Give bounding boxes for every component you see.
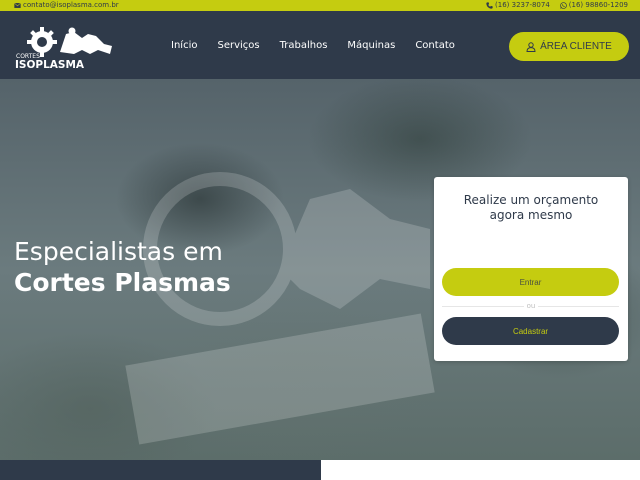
hero-title-line2: Cortes Plasmas	[14, 268, 231, 297]
hero-banner: Especialistas em Cortes Plasmas Realize …	[0, 79, 640, 460]
nav-contato[interactable]: Contato	[415, 40, 455, 51]
bottom-section-left	[0, 460, 321, 480]
area-cliente-button[interactable]: ÁREA CLIENTE	[509, 32, 629, 61]
envelope-icon	[14, 2, 21, 8]
topbar-email[interactable]: contato@isoplasma.com.br	[14, 1, 119, 9]
or-label-wrap: ou	[434, 302, 628, 310]
topbar-whatsapp-text[interactable]: (16) 98860-1209	[569, 1, 628, 9]
topbar-phone[interactable]: (16) 3237-8074	[486, 1, 550, 9]
nav-servicos[interactable]: Serviços	[217, 40, 259, 51]
logo-watermark	[125, 172, 435, 445]
register-button[interactable]: Cadastrar	[442, 317, 619, 345]
top-contact-bar: contato@isoplasma.com.br (16) 3237-8074 …	[0, 0, 640, 11]
nav-trabalhos[interactable]: Trabalhos	[280, 40, 328, 51]
nav-maquinas[interactable]: Máquinas	[347, 40, 395, 51]
topbar-email-text[interactable]: contato@isoplasma.com.br	[23, 1, 119, 9]
main-nav: Início Serviços Trabalhos Máquinas Conta…	[171, 40, 455, 51]
isoplasma-logo[interactable]: CORTES ISOPLASMA	[12, 24, 116, 71]
hero-title: Especialistas em Cortes Plasmas	[14, 236, 231, 298]
bottom-section-right	[321, 460, 640, 480]
phone-icon	[486, 1, 493, 9]
quote-title-line1: Realize um orçamento	[463, 193, 599, 207]
topbar-whatsapp[interactable]: (16) 98860-1209	[560, 1, 628, 9]
quote-card-title: Realize um orçamento agora mesmo	[434, 193, 628, 223]
logo-brand-text: ISOPLASMA	[15, 59, 85, 70]
quote-title-line2: agora mesmo	[489, 208, 573, 222]
hero-title-line1: Especialistas em	[14, 237, 223, 266]
whatsapp-icon	[560, 1, 567, 9]
quote-card: Realize um orçamento agora mesmo Entrar …	[434, 177, 628, 361]
enter-button[interactable]: Entrar	[442, 268, 619, 296]
or-label: ou	[523, 302, 539, 310]
area-cliente-label[interactable]: ÁREA CLIENTE	[540, 41, 612, 52]
main-header: CORTES ISOPLASMA Início Serviços Trabalh…	[0, 11, 640, 79]
nav-inicio[interactable]: Início	[171, 40, 197, 51]
topbar-phone-text[interactable]: (16) 3237-8074	[495, 1, 550, 9]
user-icon	[526, 41, 536, 52]
